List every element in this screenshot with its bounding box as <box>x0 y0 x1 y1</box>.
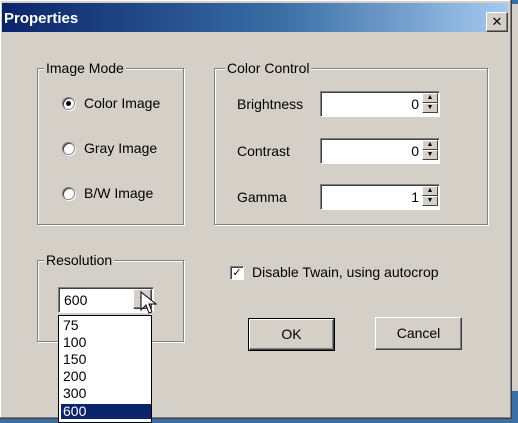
dropdown-option[interactable]: 150 <box>61 352 151 367</box>
dropdown-option[interactable]: 200 <box>61 369 151 384</box>
spin-up-icon[interactable]: ▲ <box>422 140 438 150</box>
spin-down-icon[interactable]: ▼ <box>422 103 438 113</box>
radio-bw-image[interactable]: B/W Image <box>62 185 177 203</box>
resolution-legend: Resolution <box>44 252 115 268</box>
spin-down-icon[interactable]: ▼ <box>422 196 438 206</box>
window-title: Properties <box>4 10 79 27</box>
radio-button[interactable] <box>62 187 75 200</box>
radio-button[interactable] <box>62 142 75 155</box>
brightness-label: Brightness <box>237 96 304 112</box>
title-bar[interactable]: Properties ✕ <box>2 3 508 32</box>
spin-up-icon[interactable]: ▲ <box>422 186 438 196</box>
dropdown-option[interactable]: 100 <box>61 335 151 350</box>
contrast-field[interactable]: 0 ▲ ▼ <box>320 138 440 164</box>
close-button[interactable]: ✕ <box>486 12 508 32</box>
radio-gray-image[interactable]: Gray Image <box>62 140 177 158</box>
contrast-value: 0 <box>411 143 419 159</box>
gamma-label: Gamma <box>237 189 287 205</box>
disable-twain-checkbox-row[interactable]: ✓ Disable Twain, using autocrop <box>230 264 480 282</box>
radio-button[interactable] <box>62 97 75 110</box>
dropdown-option[interactable]: 75 <box>61 318 151 333</box>
ok-button[interactable]: OK <box>248 318 335 351</box>
radio-label: Color Image <box>84 95 161 111</box>
ok-label: OK <box>281 326 302 342</box>
spin-up-icon[interactable]: ▲ <box>422 93 438 103</box>
checkmark-icon: ✓ <box>232 267 242 279</box>
disable-twain-label: Disable Twain, using autocrop <box>252 264 439 280</box>
radio-selected-dot <box>66 101 71 106</box>
resolution-dropdown-list: 75 100 150 200 300 600 <box>58 315 152 423</box>
color-control-legend: Color Control <box>225 60 312 76</box>
gamma-value: 1 <box>411 189 419 205</box>
contrast-label: Contrast <box>237 143 290 159</box>
dropdown-option-selected[interactable]: 600 <box>61 404 151 419</box>
cancel-label: Cancel <box>396 325 441 341</box>
spin-down-icon[interactable]: ▼ <box>422 150 438 160</box>
radio-label: Gray Image <box>84 140 158 156</box>
cancel-button[interactable]: Cancel <box>375 317 462 350</box>
gamma-field[interactable]: 1 ▲ ▼ <box>320 184 440 210</box>
image-mode-legend: Image Mode <box>44 60 126 76</box>
dropdown-option[interactable]: 300 <box>61 386 151 401</box>
close-icon: ✕ <box>491 14 503 29</box>
disable-twain-checkbox[interactable]: ✓ <box>230 266 244 280</box>
brightness-value: 0 <box>411 96 419 112</box>
mouse-pointer-icon <box>140 290 158 314</box>
radio-color-image[interactable]: Color Image <box>62 95 177 113</box>
resolution-selected-value: 600 <box>64 292 88 308</box>
brightness-field[interactable]: 0 ▲ ▼ <box>320 91 440 117</box>
radio-label: B/W Image <box>84 185 154 201</box>
